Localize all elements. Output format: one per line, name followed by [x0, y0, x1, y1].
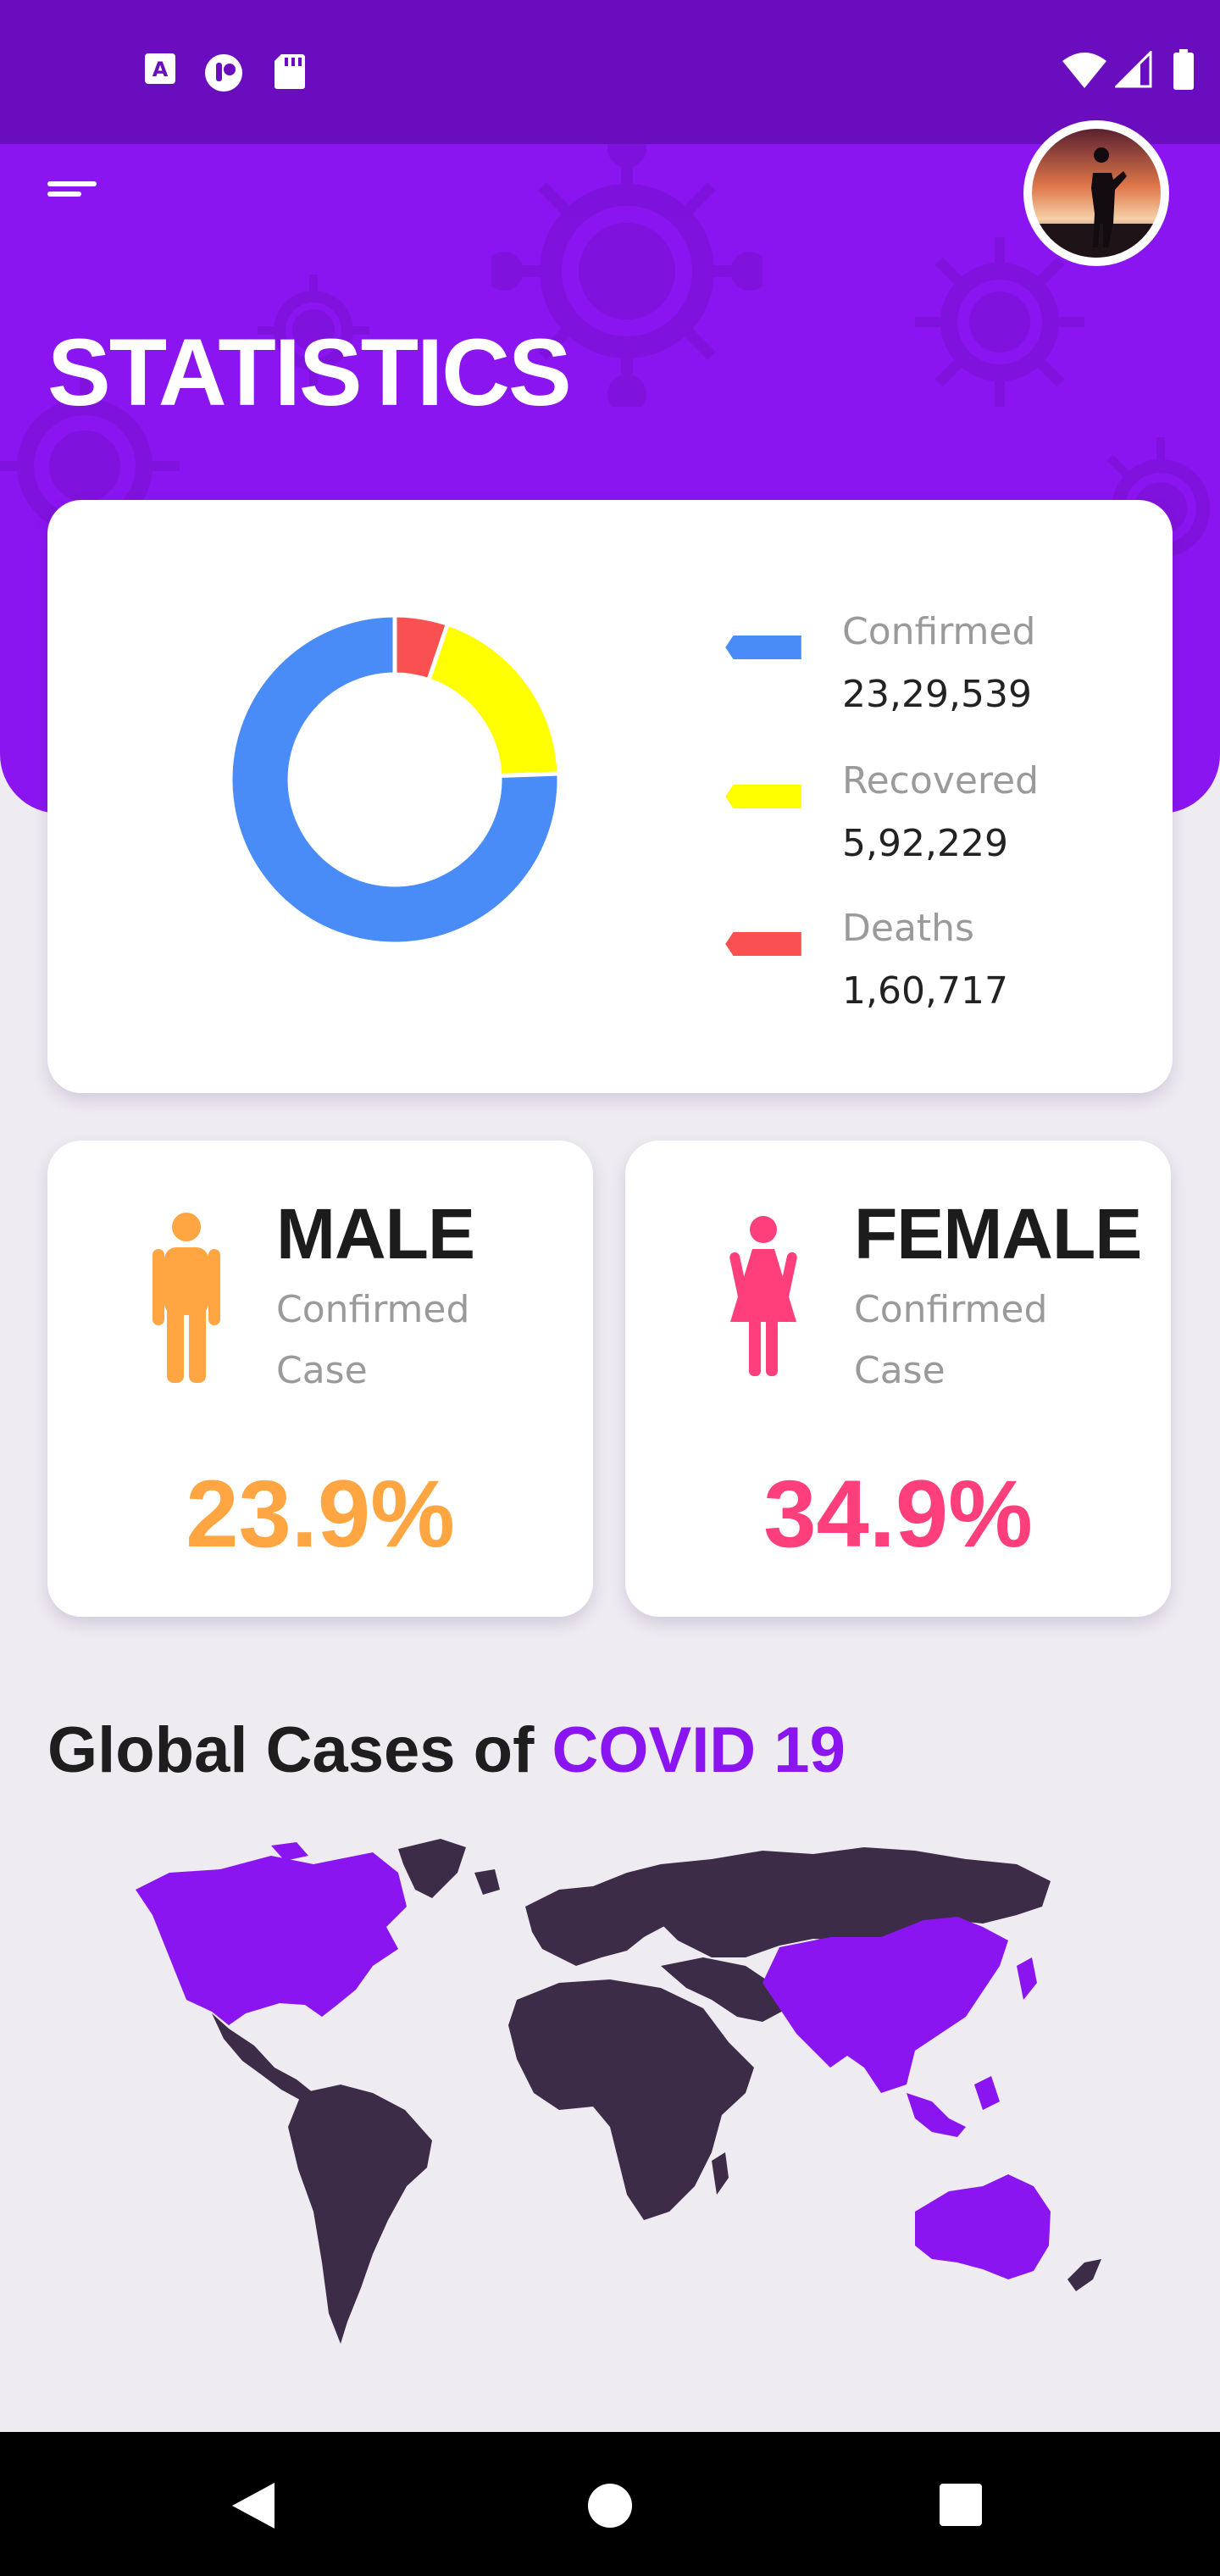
male-title: MALE [276, 1194, 475, 1274]
map-north-america [136, 1839, 466, 2100]
legend-value-confirmed: 23,29,539 [842, 673, 1032, 716]
global-title-prefix: Global Cases of [47, 1714, 552, 1786]
font-a-icon: A [145, 53, 175, 84]
legend-swatch-recovered [725, 785, 801, 808]
svg-text:A: A [152, 58, 169, 81]
signal-icon [1115, 51, 1152, 88]
legend-label-confirmed: Confirmed [842, 610, 1036, 653]
female-card[interactable]: FEMALE Confirmed Case 34.9% [625, 1141, 1171, 1617]
global-section-title: Global Cases of COVID 19 [47, 1713, 846, 1787]
home-icon[interactable] [587, 2483, 633, 2529]
page-title: STATISTICS [47, 319, 572, 425]
legend-swatch-confirmed [725, 636, 801, 659]
global-title-highlight: COVID 19 [552, 1714, 846, 1786]
sd-card-icon [274, 54, 305, 89]
female-subtitle: Confirmed Case [854, 1288, 1048, 1392]
status-bar: A [0, 0, 1220, 144]
male-percent: 23.9% [186, 1461, 455, 1567]
battery-icon [1173, 49, 1194, 90]
avatar-photo [1032, 129, 1161, 258]
female-icon [729, 1216, 797, 1376]
map-asia [762, 1917, 1037, 2137]
female-percent: 34.9% [763, 1461, 1033, 1567]
female-title: FEMALE [854, 1194, 1142, 1274]
stats-card: Confirmed 23,29,539 Recovered 5,92,229 D… [47, 500, 1173, 1093]
legend-value-recovered: 5,92,229 [842, 822, 1008, 865]
map-south-america [288, 2085, 432, 2344]
legend-label-recovered: Recovered [842, 759, 1040, 802]
male-icon [152, 1213, 220, 1383]
legend-label-deaths: Deaths [842, 907, 974, 950]
donut-chart [228, 613, 562, 947]
back-icon[interactable] [230, 2481, 276, 2530]
world-map [136, 1839, 1101, 2344]
menu-icon[interactable] [47, 181, 97, 207]
nav-bar [0, 2432, 1220, 2576]
male-card[interactable]: MALE Confirmed Case 23.9% [47, 1141, 593, 1617]
data-saver-icon [205, 54, 242, 92]
avatar[interactable] [1023, 120, 1169, 266]
wifi-icon [1062, 53, 1106, 88]
recents-icon[interactable] [939, 2483, 983, 2527]
legend-value-deaths: 1,60,717 [842, 969, 1008, 1013]
donut-slice-recovered [425, 621, 562, 779]
male-subtitle: Confirmed Case [276, 1288, 470, 1392]
legend-swatch-deaths [725, 932, 801, 956]
map-australia [915, 2174, 1101, 2291]
